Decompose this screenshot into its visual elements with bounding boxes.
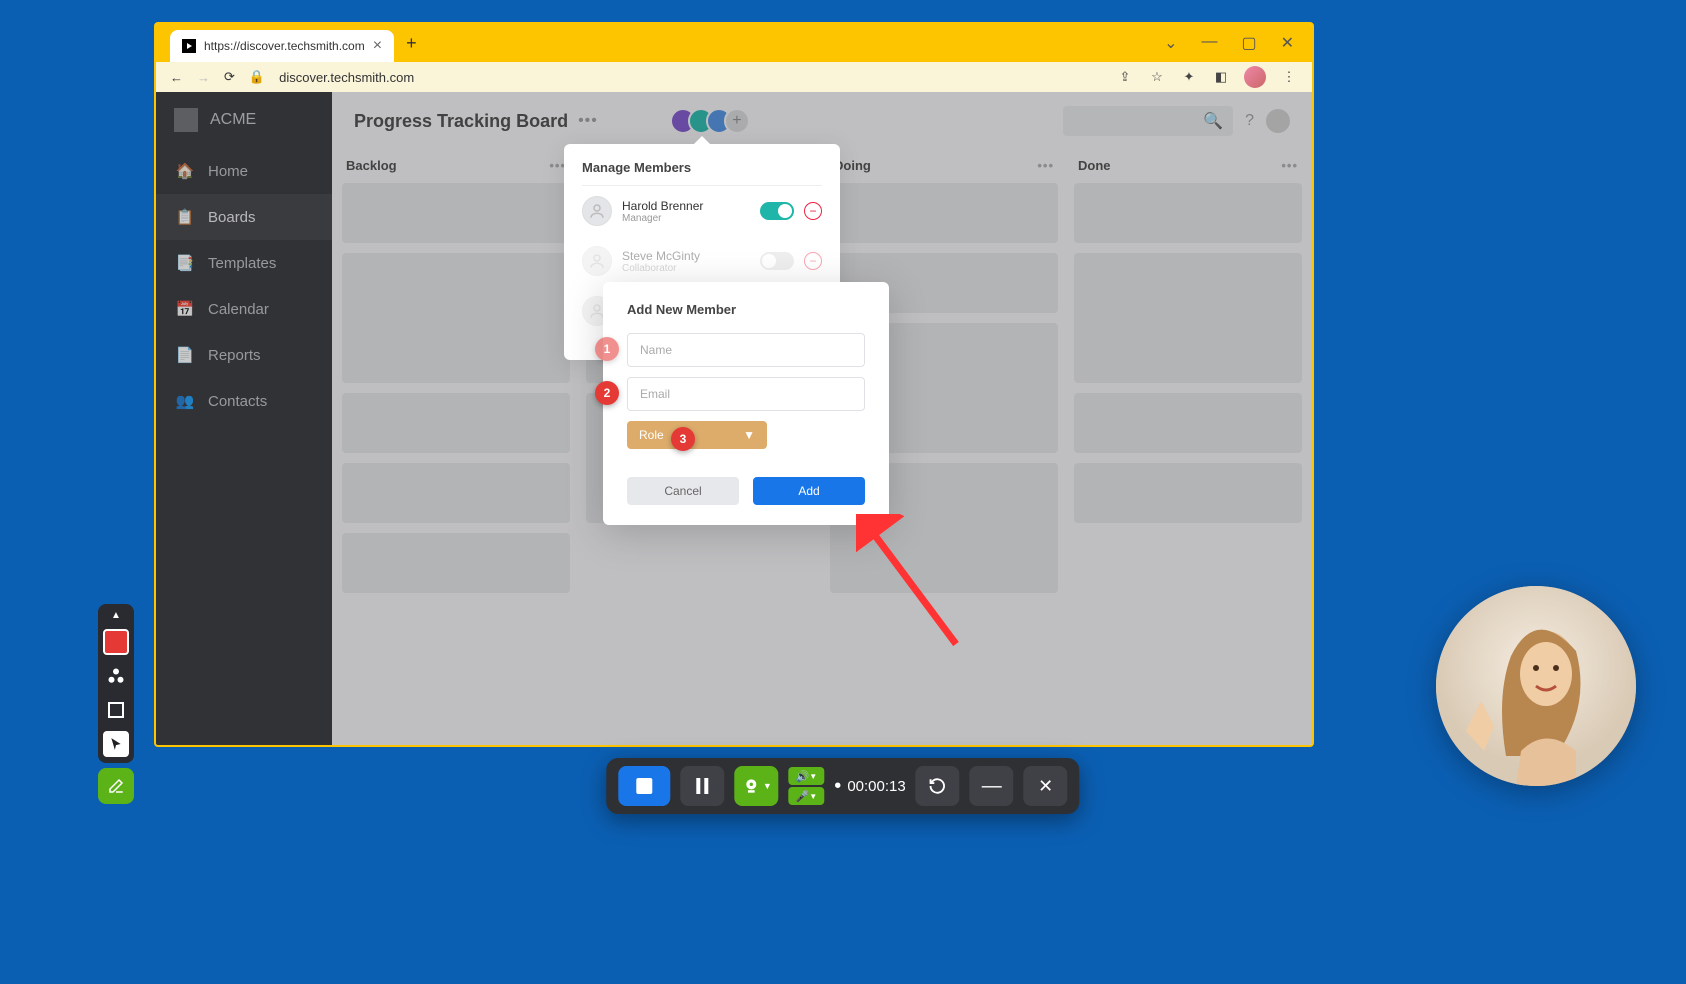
add-member-modal: Add New Member 1 2 Role ▼ 3 Cancel Add [603, 282, 889, 525]
forward-button[interactable]: → [197, 70, 210, 85]
member-role: Manager [622, 213, 750, 224]
back-button[interactable]: ← [170, 70, 183, 85]
member-name: Harold Brenner [622, 199, 750, 213]
collapse-icon[interactable]: ▲ [111, 610, 121, 621]
window-controls: ⌄ — ▢ ✕ [1164, 33, 1312, 53]
app-root: ACME 🏠 Home 📋 Boards 📑 Templates 📅 Calen… [156, 92, 1312, 745]
tab-favicon-icon [182, 39, 196, 53]
browser-title-bar: https://discover.techsmith.com × + ⌄ — ▢… [156, 24, 1312, 62]
rectangle-tool-button[interactable] [103, 697, 129, 723]
email-input[interactable] [627, 377, 865, 411]
system-audio-button[interactable]: 🔊▼ [788, 767, 824, 785]
address-bar: ← → ⟳ 🔒 discover.techsmith.com ⇪ ☆ ✦ ◧ ⋮ [156, 62, 1312, 92]
recorder-bar: ▼ 🔊▼ 🎤▼ 00:00:13 — ✕ [606, 758, 1079, 814]
recording-time: 00:00:13 [834, 775, 905, 798]
audio-controls: 🔊▼ 🎤▼ [788, 767, 824, 805]
bookmark-icon[interactable]: ☆ [1148, 68, 1166, 86]
stop-recording-button[interactable] [618, 766, 670, 806]
step-badge-2: 2 [595, 381, 619, 405]
pause-recording-button[interactable] [680, 766, 724, 806]
maximize-button[interactable]: ▢ [1241, 33, 1256, 53]
mic-button[interactable]: 🎤▼ [788, 787, 824, 805]
minimize-icon[interactable]: ⌄ [1164, 33, 1177, 53]
member-role: Collaborator [622, 263, 750, 274]
time-value: 00:00:13 [847, 778, 905, 795]
tab-title: https://discover.techsmith.com [204, 39, 365, 53]
member-name: Steve McGinty [622, 249, 750, 263]
step-badge-3: 3 [671, 427, 695, 451]
menu-icon[interactable]: ⋮ [1280, 68, 1298, 86]
chevron-down-icon: ▼ [763, 781, 772, 791]
reload-button[interactable]: ⟳ [224, 69, 235, 85]
member-avatar-icon [582, 246, 612, 276]
member-toggle[interactable] [760, 252, 794, 270]
member-toggle[interactable] [760, 202, 794, 220]
remove-member-button[interactable]: − [804, 252, 822, 270]
modal-title: Add New Member [627, 302, 865, 317]
remove-member-button[interactable]: − [804, 202, 822, 220]
minimize-button[interactable]: — [1201, 33, 1217, 53]
restart-button[interactable] [916, 766, 960, 806]
popover-title: Manage Members [582, 160, 822, 186]
webcam-toggle-button[interactable]: ▼ [734, 766, 778, 806]
webcam-preview[interactable] [1436, 586, 1636, 786]
share-icon[interactable]: ⇪ [1116, 68, 1134, 86]
name-input[interactable] [627, 333, 865, 367]
cursor-tool-button[interactable] [103, 731, 129, 757]
close-recorder-button[interactable]: ✕ [1024, 766, 1068, 806]
chevron-down-icon: ▼ [743, 428, 755, 442]
annotation-toolbar: ▲ [98, 604, 134, 763]
url-text[interactable]: discover.techsmith.com [279, 70, 414, 85]
role-select[interactable]: Role ▼ [627, 421, 767, 449]
add-button[interactable]: Add [753, 477, 865, 505]
recording-indicator-icon [834, 775, 841, 798]
new-tab-button[interactable]: + [406, 33, 417, 54]
member-row: Harold Brenner Manager − [582, 186, 822, 236]
minimize-recorder-button[interactable]: — [970, 766, 1014, 806]
profile-avatar[interactable] [1244, 66, 1266, 88]
shapes-tool-button[interactable] [103, 663, 129, 689]
close-window-button[interactable]: ✕ [1281, 33, 1294, 53]
member-row: Steve McGinty Collaborator − [582, 236, 822, 286]
edit-button[interactable] [98, 768, 134, 804]
role-label: Role [639, 428, 664, 442]
lock-icon: 🔒 [249, 69, 265, 85]
cancel-button[interactable]: Cancel [627, 477, 739, 505]
step-badge-1: 1 [595, 337, 619, 361]
tab-close-icon[interactable]: × [373, 37, 382, 55]
browser-tab[interactable]: https://discover.techsmith.com × [170, 30, 394, 62]
sidepanel-icon[interactable]: ◧ [1212, 68, 1230, 86]
extensions-icon[interactable]: ✦ [1180, 68, 1198, 86]
member-avatar-icon [582, 196, 612, 226]
browser-window: https://discover.techsmith.com × + ⌄ — ▢… [154, 22, 1314, 747]
color-swatch-button[interactable] [103, 629, 129, 655]
